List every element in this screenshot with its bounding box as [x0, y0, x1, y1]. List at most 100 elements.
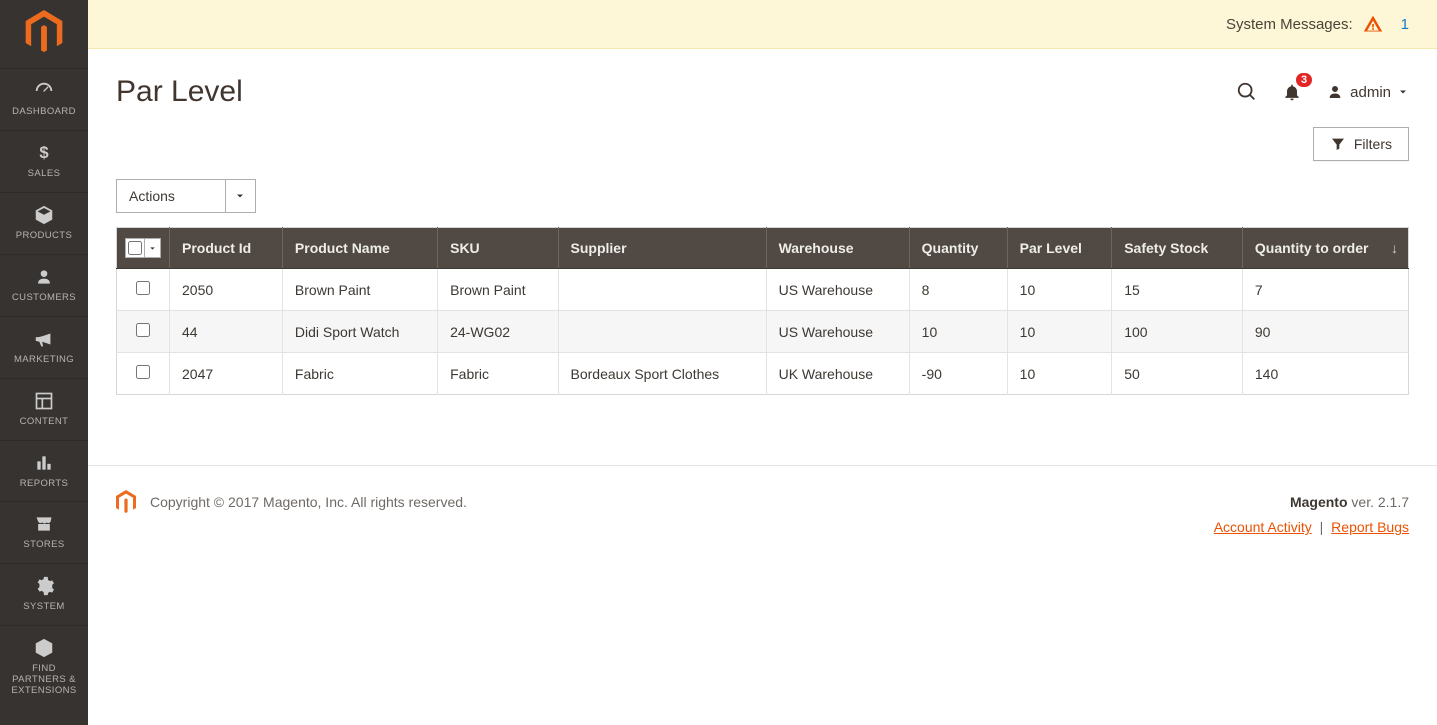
table-header-row: Product Id Product Name SKU Supplier War…	[117, 228, 1409, 269]
sort-descending-icon: ↓	[1391, 240, 1398, 256]
nav-label: PRODUCTS	[16, 231, 73, 242]
actions-dropdown[interactable]: Actions	[116, 179, 256, 213]
nav-label: SYSTEM	[23, 602, 64, 613]
layout-icon	[30, 389, 58, 413]
table-row[interactable]: 2047 Fabric Fabric Bordeaux Sport Clothe…	[117, 353, 1409, 395]
filters-label: Filters	[1354, 136, 1392, 152]
search-button[interactable]	[1236, 81, 1258, 103]
sidebar: DASHBOARD $ SALES PRODUCTS CUSTOMERS MAR…	[0, 0, 88, 725]
main-area: System Messages: 1 Par Level 3 admin Fi	[88, 0, 1437, 725]
cell-sku: 24-WG02	[438, 311, 558, 353]
nav-dashboard[interactable]: DASHBOARD	[0, 68, 88, 130]
header-actions: 3 admin	[1236, 81, 1409, 103]
column-sku[interactable]: SKU	[438, 228, 558, 269]
nav-partners[interactable]: FIND PARTNERS & EXTENSIONS	[0, 625, 88, 709]
nav-label: CUSTOMERS	[12, 293, 76, 304]
actions-dropdown-label: Actions	[117, 180, 225, 212]
box-icon	[30, 203, 58, 227]
cell-warehouse: US Warehouse	[766, 269, 909, 311]
column-safety-stock[interactable]: Safety Stock	[1112, 228, 1243, 269]
chevron-down-icon	[1397, 86, 1409, 98]
system-messages-bar[interactable]: System Messages: 1	[88, 0, 1437, 49]
cell-supplier: Bordeaux Sport Clothes	[558, 353, 766, 395]
nav-label: SALES	[28, 169, 61, 180]
table-row[interactable]: 44 Didi Sport Watch 24-WG02 US Warehouse…	[117, 311, 1409, 353]
select-all-checkbox[interactable]	[128, 241, 142, 255]
warning-icon	[1363, 14, 1383, 34]
cell-sku: Fabric	[438, 353, 558, 395]
cell-safety-stock: 100	[1112, 311, 1243, 353]
notifications-badge: 3	[1296, 73, 1312, 87]
toolbar: Filters	[88, 119, 1437, 179]
chevron-down-icon	[225, 180, 255, 212]
admin-username: admin	[1350, 84, 1391, 101]
nav-marketing[interactable]: MARKETING	[0, 316, 88, 378]
cell-product-name: Fabric	[282, 353, 437, 395]
bars-icon	[30, 451, 58, 475]
column-select-all[interactable]	[117, 228, 170, 269]
cell-quantity: 10	[909, 311, 1007, 353]
puzzle-icon	[30, 636, 58, 660]
store-icon	[30, 512, 58, 536]
account-activity-link[interactable]: Account Activity	[1214, 519, 1312, 535]
cell-safety-stock: 15	[1112, 269, 1243, 311]
magento-logo[interactable]	[23, 8, 65, 56]
person-icon	[30, 265, 58, 289]
nav-label: REPORTS	[20, 479, 69, 490]
system-messages-count: 1	[1401, 16, 1409, 33]
nav-customers[interactable]: CUSTOMERS	[0, 254, 88, 316]
column-qty-to-order[interactable]: Quantity to order ↓	[1242, 228, 1408, 269]
cell-product-name: Didi Sport Watch	[282, 311, 437, 353]
column-product-name[interactable]: Product Name	[282, 228, 437, 269]
cell-par-level: 10	[1007, 269, 1112, 311]
nav-content[interactable]: CONTENT	[0, 378, 88, 440]
column-par-level[interactable]: Par Level	[1007, 228, 1112, 269]
admin-user-dropdown[interactable]: admin	[1326, 83, 1409, 101]
row-checkbox[interactable]	[136, 323, 150, 337]
cell-quantity: 8	[909, 269, 1007, 311]
cell-product-id: 44	[170, 311, 283, 353]
notifications-button[interactable]: 3	[1282, 81, 1302, 103]
separator: |	[1320, 519, 1324, 535]
cell-product-id: 2050	[170, 269, 283, 311]
column-qty-to-order-label: Quantity to order	[1255, 240, 1369, 256]
cell-qty-to-order: 7	[1242, 269, 1408, 311]
nav-label: FIND PARTNERS & EXTENSIONS	[4, 664, 84, 697]
select-all-dropdown[interactable]	[144, 239, 160, 257]
filters-button[interactable]: Filters	[1313, 127, 1409, 161]
system-messages-label: System Messages:	[1226, 16, 1353, 33]
nav-reports[interactable]: REPORTS	[0, 440, 88, 502]
row-checkbox[interactable]	[136, 365, 150, 379]
cell-warehouse: US Warehouse	[766, 311, 909, 353]
version-text: Magento ver. 2.1.7	[1214, 490, 1409, 515]
page-title: Par Level	[116, 75, 243, 109]
nav-sales[interactable]: $ SALES	[0, 130, 88, 192]
column-warehouse[interactable]: Warehouse	[766, 228, 909, 269]
nav-label: STORES	[23, 540, 64, 551]
row-checkbox[interactable]	[136, 281, 150, 295]
cell-warehouse: UK Warehouse	[766, 353, 909, 395]
dollar-icon: $	[30, 141, 58, 165]
column-product-id[interactable]: Product Id	[170, 228, 283, 269]
cell-sku: Brown Paint	[438, 269, 558, 311]
nav-label: DASHBOARD	[12, 107, 76, 118]
column-supplier[interactable]: Supplier	[558, 228, 766, 269]
cell-qty-to-order: 90	[1242, 311, 1408, 353]
cell-par-level: 10	[1007, 311, 1112, 353]
gear-icon	[30, 574, 58, 598]
cell-safety-stock: 50	[1112, 353, 1243, 395]
footer: Copyright © 2017 Magento, Inc. All right…	[88, 465, 1437, 540]
megaphone-icon	[30, 327, 58, 351]
nav-label: CONTENT	[20, 417, 69, 428]
table-row[interactable]: 2050 Brown Paint Brown Paint US Warehous…	[117, 269, 1409, 311]
svg-text:$: $	[39, 143, 49, 162]
nav-products[interactable]: PRODUCTS	[0, 192, 88, 254]
nav-stores[interactable]: STORES	[0, 501, 88, 563]
magento-logo-small	[116, 490, 138, 514]
grid-wrap: Product Id Product Name SKU Supplier War…	[88, 227, 1437, 395]
cell-supplier	[558, 269, 766, 311]
column-quantity[interactable]: Quantity	[909, 228, 1007, 269]
report-bugs-link[interactable]: Report Bugs	[1331, 519, 1409, 535]
cell-qty-to-order: 140	[1242, 353, 1408, 395]
nav-system[interactable]: SYSTEM	[0, 563, 88, 625]
